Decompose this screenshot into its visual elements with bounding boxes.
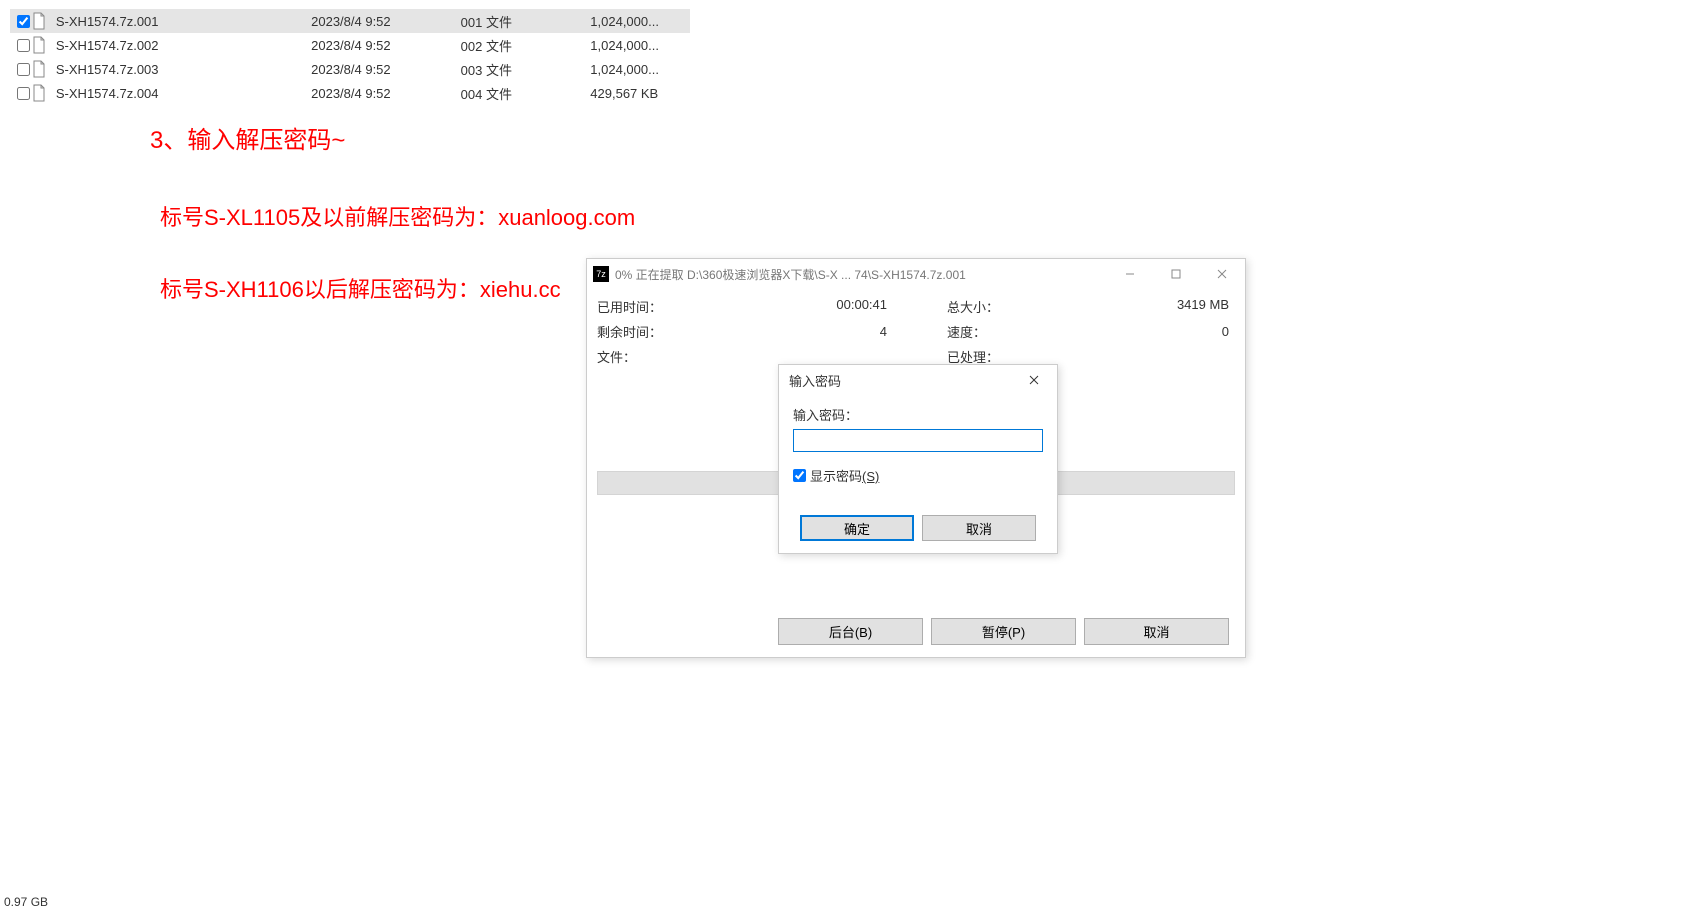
status-bar: 0.97 GB	[0, 893, 1682, 911]
pause-button[interactable]: 暂停(P)	[931, 618, 1076, 645]
file-name: S-XH1574.7z.002	[52, 38, 311, 53]
elapsed-label: 已用时间：	[597, 297, 707, 316]
password-label: 输入密码：	[793, 405, 1043, 424]
file-date: 2023/8/4 9:52	[311, 86, 461, 101]
remaining-label: 剩余时间：	[597, 322, 707, 341]
totalsize-label: 总大小：	[947, 297, 1067, 316]
file-checkbox[interactable]	[16, 87, 32, 100]
file-type: 001 文件	[461, 12, 591, 31]
file-size: 1,024,000...	[590, 62, 690, 77]
file-checkbox[interactable]	[16, 39, 32, 52]
file-icon	[32, 12, 52, 30]
password-dialog-title: 输入密码	[789, 371, 841, 390]
file-name: S-XH1574.7z.003	[52, 62, 311, 77]
extract-titlebar[interactable]: 7z 0% 正在提取 D:\360极速浏览器X下载\S-X ... 74\S-X…	[587, 259, 1245, 289]
file-row[interactable]: S-XH1574.7z.0022023/8/4 9:52002 文件1,024,…	[10, 33, 690, 57]
password-input[interactable]	[793, 429, 1043, 452]
file-type: 004 文件	[461, 84, 591, 103]
file-size: 429,567 KB	[590, 86, 690, 101]
speed-label: 速度：	[947, 322, 1067, 341]
extract-title: 0% 正在提取 D:\360极速浏览器X下载\S-X ... 74\S-XH15…	[615, 266, 1107, 283]
password-dialog: 输入密码 输入密码： 显示密码(S) 确定 取消	[778, 364, 1058, 554]
maximize-button[interactable]	[1153, 259, 1199, 289]
file-icon	[32, 60, 52, 78]
password-ok-button[interactable]: 确定	[800, 515, 914, 541]
file-checkbox[interactable]	[16, 63, 32, 76]
annotation-password2: 标号S-XH1106以后解压密码为：xiehu.cc	[160, 272, 561, 304]
file-label: 文件：	[597, 347, 707, 366]
password-dialog-close-button[interactable]	[1011, 365, 1057, 395]
annotation-password1: 标号S-XL1105及以前解压密码为：xuanloog.com	[160, 200, 635, 232]
file-row[interactable]: S-XH1574.7z.0012023/8/4 9:52001 文件1,024,…	[10, 9, 690, 33]
password-dialog-titlebar[interactable]: 输入密码	[779, 365, 1057, 395]
processed-value: 0	[1067, 324, 1229, 339]
file-size: 1,024,000...	[590, 38, 690, 53]
file-icon	[32, 84, 52, 102]
file-date: 2023/8/4 9:52	[311, 62, 461, 77]
show-password-checkbox[interactable]: 显示密码(S)	[793, 466, 1043, 485]
file-list: S-XH1574.7z.0012023/8/4 9:52001 文件1,024,…	[10, 9, 690, 105]
minimize-button[interactable]	[1107, 259, 1153, 289]
totalsize-value: 3419 MB	[1067, 297, 1229, 312]
status-left: 0.97 GB	[4, 895, 48, 909]
file-size: 1,024,000...	[590, 14, 690, 29]
file-checkbox[interactable]	[16, 15, 32, 28]
file-date: 2023/8/4 9:52	[311, 38, 461, 53]
file-value: 4	[707, 324, 887, 339]
file-name: S-XH1574.7z.004	[52, 86, 311, 101]
cancel-button[interactable]: 取消	[1084, 618, 1229, 645]
sevenzip-icon: 7z	[593, 266, 609, 282]
close-button[interactable]	[1199, 259, 1245, 289]
file-icon	[32, 36, 52, 54]
show-password-checkbox-input[interactable]	[793, 469, 806, 482]
file-type: 003 文件	[461, 60, 591, 79]
file-row[interactable]: S-XH1574.7z.0042023/8/4 9:52004 文件429,56…	[10, 81, 690, 105]
file-date: 2023/8/4 9:52	[311, 14, 461, 29]
file-type: 002 文件	[461, 36, 591, 55]
show-password-label: 显示密码(S)	[810, 466, 879, 485]
elapsed-value: 00:00:41	[707, 297, 887, 312]
background-button[interactable]: 后台(B)	[778, 618, 923, 645]
file-name: S-XH1574.7z.001	[52, 14, 311, 29]
password-cancel-button[interactable]: 取消	[922, 515, 1036, 541]
annotation-step: 3、输入解压密码~	[150, 120, 345, 155]
file-row[interactable]: S-XH1574.7z.0032023/8/4 9:52003 文件1,024,…	[10, 57, 690, 81]
